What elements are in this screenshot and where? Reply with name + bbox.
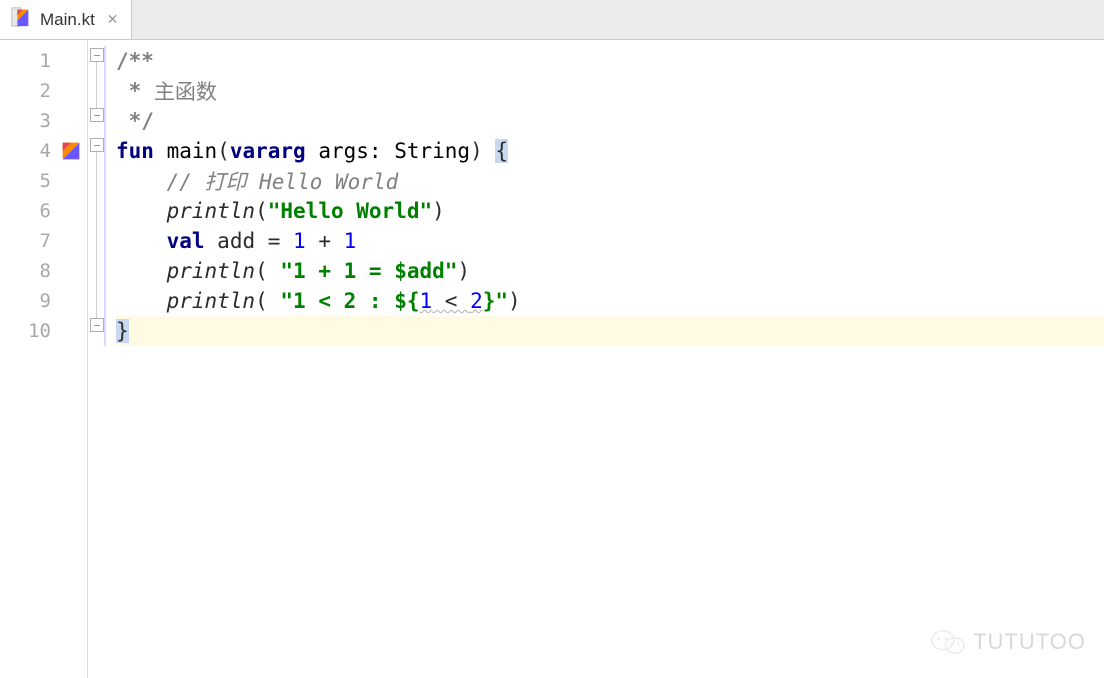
indent-guide (104, 46, 106, 346)
editor: 1 2 3 4 5 6 7 8 9 10 − − − − (0, 40, 1104, 678)
tab-filename: Main.kt (40, 10, 95, 30)
wechat-icon (931, 628, 965, 656)
code-area[interactable]: /** * 主函数 */ fun main(vararg args: Strin… (116, 40, 1104, 678)
line-number[interactable]: 2 (0, 76, 87, 106)
code-line[interactable]: fun main(vararg args: String) { (116, 136, 1104, 166)
line-number[interactable]: 9 (0, 286, 87, 316)
code-line[interactable]: println( "1 + 1 = $add") (116, 256, 1104, 286)
tab-main-kt[interactable]: Main.kt ✕ (0, 0, 132, 39)
kotlin-run-icon[interactable] (61, 141, 81, 161)
line-number[interactable]: 6 (0, 196, 87, 226)
close-icon[interactable]: ✕ (107, 11, 119, 28)
code-line[interactable]: // 打印 Hello World (116, 166, 1104, 196)
line-number[interactable]: 1 (0, 46, 87, 76)
code-line[interactable]: /** (116, 46, 1104, 76)
code-line[interactable]: */ (116, 106, 1104, 136)
fold-toggle-icon[interactable]: − (90, 318, 104, 332)
current-line-highlight (116, 316, 1104, 346)
line-number[interactable]: 8 (0, 256, 87, 286)
fold-guide (96, 152, 97, 320)
fold-column: − − − − (88, 40, 116, 678)
line-number[interactable]: 5 (0, 166, 87, 196)
watermark-text: TUTUTOO (973, 629, 1086, 655)
code-line[interactable]: * 主函数 (116, 76, 1104, 106)
code-line[interactable]: println("Hello World") (116, 196, 1104, 226)
code-line[interactable]: val add = 1 + 1 (116, 226, 1104, 256)
fold-toggle-icon[interactable]: − (90, 48, 104, 62)
line-number[interactable]: 7 (0, 226, 87, 256)
watermark: TUTUTOO (931, 628, 1086, 656)
fold-toggle-icon[interactable]: − (90, 108, 104, 122)
line-number[interactable]: 3 (0, 106, 87, 136)
fold-toggle-icon[interactable]: − (90, 138, 104, 152)
gutter: 1 2 3 4 5 6 7 8 9 10 (0, 40, 88, 678)
code-line[interactable]: println( "1 < 2 : ${1 < 2}") (116, 286, 1104, 316)
tab-bar: Main.kt ✕ (0, 0, 1104, 40)
fold-guide (96, 62, 97, 110)
line-number[interactable]: 10 (0, 316, 87, 346)
kotlin-file-icon (10, 6, 32, 33)
line-number[interactable]: 4 (0, 136, 87, 166)
